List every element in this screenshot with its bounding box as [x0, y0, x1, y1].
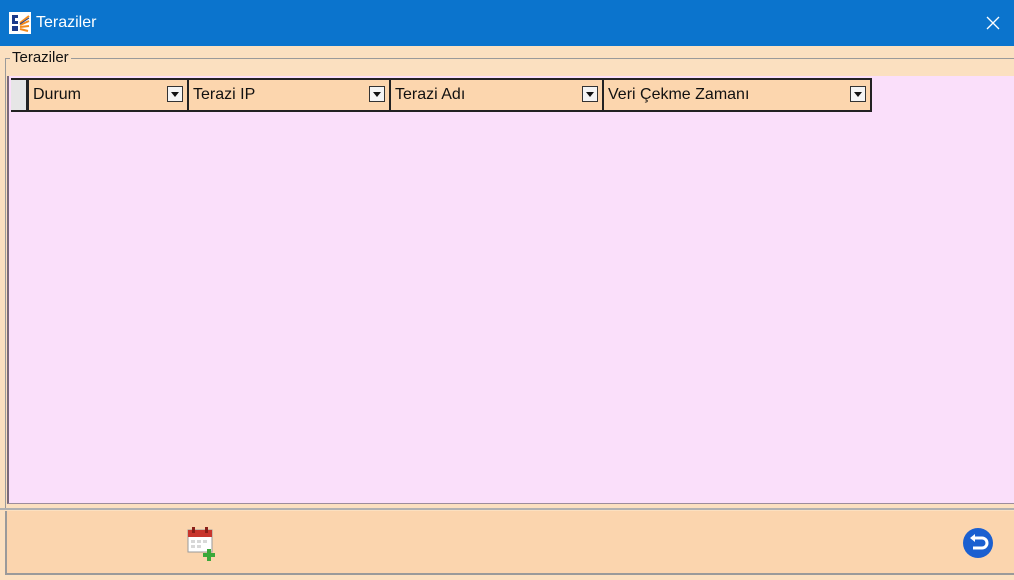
teraziler-grid[interactable]: Durum Terazi IP Terazi Adı Veri Çekme Za… — [7, 76, 1014, 504]
column-label: Terazi Adı — [395, 86, 466, 103]
teraziler-window: Teraziler Teraziler Durum Terazi IP Tera… — [0, 0, 1014, 580]
row-indicator[interactable] — [11, 80, 29, 110]
groupbox-label: Teraziler — [10, 49, 71, 66]
column-label: Terazi IP — [193, 86, 256, 103]
grid-body[interactable] — [11, 113, 1014, 503]
back-button[interactable] — [962, 527, 994, 559]
column-label: Durum — [33, 86, 82, 103]
column-header-terazi-adi[interactable]: Terazi Adı — [391, 80, 604, 110]
window-title: Teraziler — [36, 14, 97, 31]
grid-header: Durum Terazi IP Terazi Adı Veri Çekme Za… — [11, 78, 872, 112]
column-label: Veri Çekme Zamanı — [608, 86, 750, 103]
column-dropdown-icon[interactable] — [369, 86, 385, 102]
column-dropdown-icon[interactable] — [167, 86, 183, 102]
column-header-durum[interactable]: Durum — [29, 80, 189, 110]
close-button[interactable] — [972, 0, 1014, 46]
close-icon — [986, 16, 1000, 30]
title-bar: Teraziler — [0, 0, 1014, 46]
return-icon — [963, 528, 993, 558]
column-dropdown-icon[interactable] — [582, 86, 598, 102]
column-header-terazi-ip[interactable]: Terazi IP — [189, 80, 391, 110]
column-header-veri-cekme-zamani[interactable]: Veri Çekme Zamanı — [604, 80, 872, 110]
divider — [0, 508, 1014, 510]
calendar-add-icon — [187, 527, 215, 561]
add-button[interactable] — [183, 524, 221, 562]
bottom-toolbar — [5, 511, 1014, 575]
column-dropdown-icon[interactable] — [850, 86, 866, 102]
app-logo-icon — [9, 12, 31, 34]
